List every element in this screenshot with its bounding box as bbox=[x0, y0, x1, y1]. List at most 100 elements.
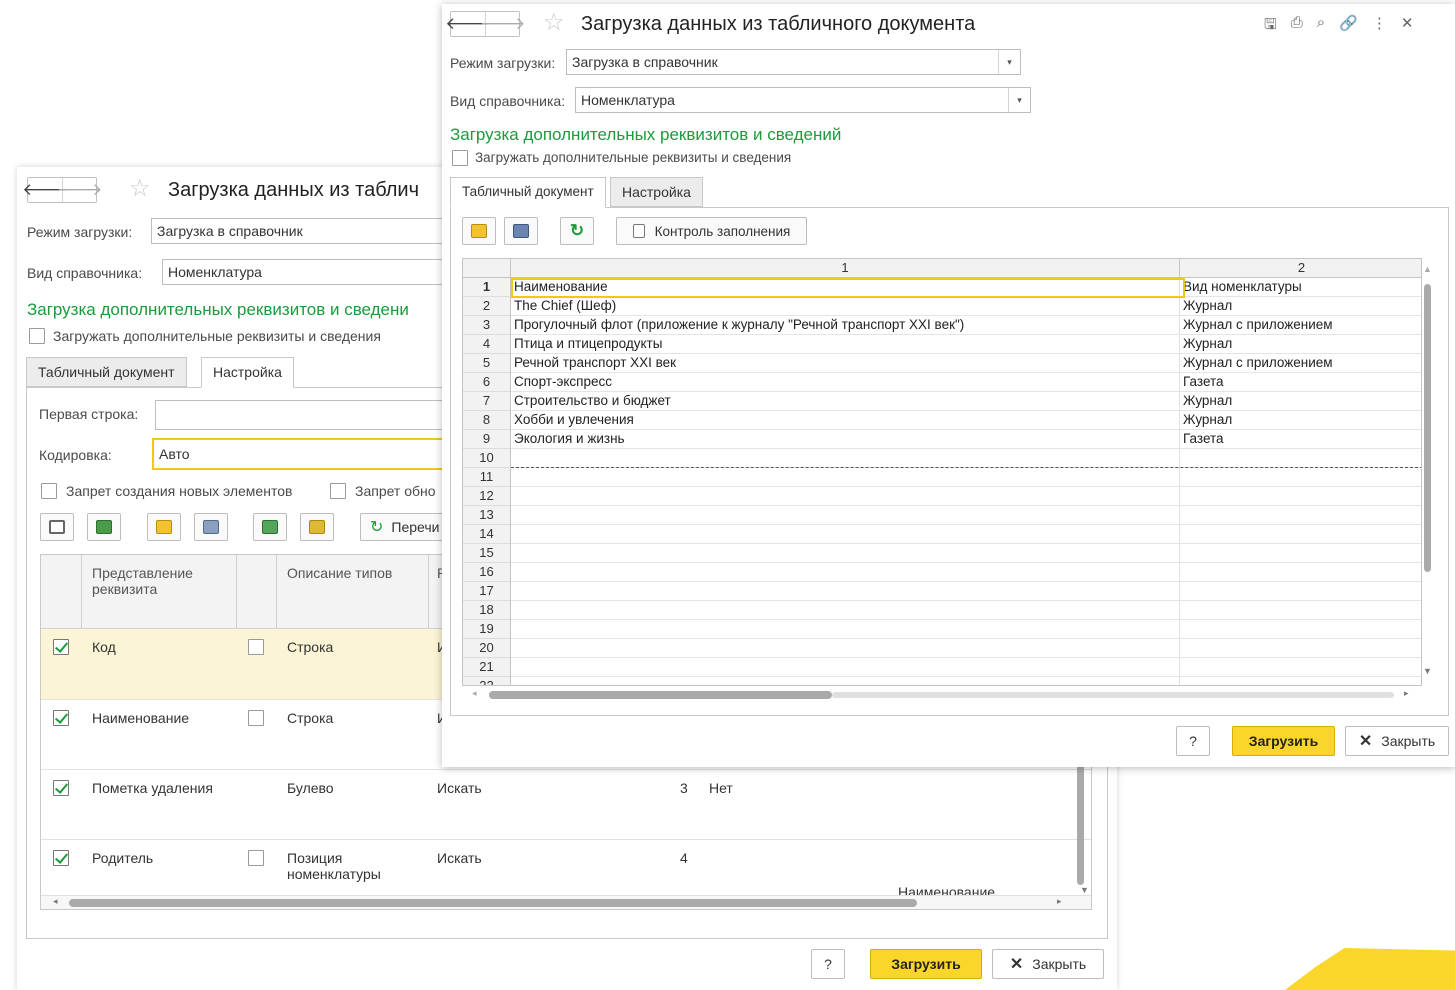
scroll-right-icon[interactable]: ▸ bbox=[1057, 896, 1062, 907]
sheet-cell[interactable] bbox=[511, 620, 1180, 639]
row-number[interactable]: 11 bbox=[463, 468, 511, 487]
use-checkbox[interactable] bbox=[53, 780, 69, 796]
sheet-cell[interactable] bbox=[1180, 658, 1421, 677]
sheet-cell[interactable] bbox=[1180, 639, 1421, 658]
sheet-cell[interactable] bbox=[511, 582, 1180, 601]
row-number[interactable]: 22 bbox=[463, 677, 511, 685]
star-icon[interactable]: ☆ bbox=[129, 177, 151, 201]
use-checkbox[interactable] bbox=[53, 639, 69, 655]
load-button[interactable]: Загрузить bbox=[870, 949, 982, 979]
row-number[interactable]: 5 bbox=[463, 354, 511, 373]
open-button[interactable] bbox=[462, 217, 496, 245]
sheet-cell[interactable]: Журнал bbox=[1180, 392, 1421, 411]
sheet-cell[interactable] bbox=[511, 658, 1180, 677]
row-number[interactable]: 1 bbox=[463, 278, 511, 297]
sheet-cell[interactable]: Газета bbox=[1180, 373, 1421, 392]
sheet-cell[interactable] bbox=[511, 544, 1180, 563]
row-number[interactable]: 3 bbox=[463, 316, 511, 335]
copy-button[interactable] bbox=[40, 513, 74, 541]
chevron-down-icon[interactable]: ▾ bbox=[1008, 88, 1030, 112]
deny-new-checkbox[interactable] bbox=[41, 483, 57, 499]
sheet-cell[interactable]: Речной транспорт XXI век bbox=[511, 354, 1180, 373]
scroll-up-icon[interactable]: ▲ bbox=[1423, 264, 1432, 274]
tab-settings[interactable]: Настройка bbox=[610, 177, 703, 207]
sheet-cell[interactable]: Строительство и бюджет bbox=[511, 392, 1180, 411]
help-button[interactable]: ? bbox=[1176, 726, 1210, 756]
use-checkbox[interactable] bbox=[53, 710, 69, 726]
table-row[interactable]: Пометка удаления Булево Искать 3 Нет bbox=[41, 769, 1091, 839]
encoding-input[interactable]: Авто bbox=[152, 438, 455, 470]
print-icon[interactable]: ⎙ bbox=[1291, 14, 1303, 39]
row-number[interactable]: 15 bbox=[463, 544, 511, 563]
scroll-left-icon[interactable]: ◂ bbox=[53, 896, 58, 907]
sheet-cell[interactable] bbox=[1180, 601, 1421, 620]
sheet-cell[interactable]: Журнал bbox=[1180, 297, 1421, 316]
tab-settings[interactable]: Настройка bbox=[201, 357, 294, 388]
deny-update-checkbox[interactable] bbox=[330, 483, 346, 499]
sheet-cell[interactable]: Птица и птицепродукты bbox=[511, 335, 1180, 354]
sheet-cell[interactable]: Прогулочный флот (приложение к журналу "… bbox=[511, 316, 1180, 335]
refresh-button[interactable]: ↻ bbox=[560, 217, 594, 245]
save-button[interactable] bbox=[504, 217, 538, 245]
save-icon[interactable]: 🖫 bbox=[1264, 14, 1277, 39]
sheet-cell[interactable] bbox=[511, 525, 1180, 544]
row-number[interactable]: 10 bbox=[463, 449, 511, 468]
horizontal-scrollbar[interactable] bbox=[489, 691, 832, 699]
row-number[interactable]: 18 bbox=[463, 601, 511, 620]
sheet-cell[interactable]: Вид номенклатуры bbox=[1180, 278, 1421, 297]
sheet-cell[interactable]: The Chief (Шеф) bbox=[511, 297, 1180, 316]
sheet-cell[interactable] bbox=[1180, 506, 1421, 525]
open-button[interactable] bbox=[147, 513, 181, 541]
tab-spreadsheet[interactable]: Табличный документ bbox=[450, 177, 606, 208]
sheet-cell[interactable] bbox=[1180, 563, 1421, 582]
row-number[interactable]: 20 bbox=[463, 639, 511, 658]
row-number[interactable]: 2 bbox=[463, 297, 511, 316]
sheet-cell[interactable]: Газета bbox=[1180, 430, 1421, 449]
tab-spreadsheet[interactable]: Табличный документ bbox=[26, 357, 187, 387]
export-button[interactable] bbox=[300, 513, 334, 541]
more-icon[interactable]: ⋮ bbox=[1372, 14, 1387, 39]
sheet-cell[interactable] bbox=[511, 601, 1180, 620]
sheet-cell[interactable] bbox=[1180, 487, 1421, 506]
help-button[interactable]: ? bbox=[811, 949, 845, 979]
required-checkbox[interactable] bbox=[248, 850, 264, 866]
scroll-down-icon[interactable]: ▼ bbox=[1423, 666, 1432, 676]
sheet-cell[interactable] bbox=[1180, 582, 1421, 601]
sheet-cell[interactable] bbox=[511, 677, 1180, 685]
sheet-cell[interactable] bbox=[511, 506, 1180, 525]
sheet-cell[interactable] bbox=[1180, 449, 1421, 468]
row-number[interactable]: 17 bbox=[463, 582, 511, 601]
row-number[interactable]: 13 bbox=[463, 506, 511, 525]
close-button[interactable]: ✕ Закрыть bbox=[992, 949, 1104, 979]
load-extra-checkbox[interactable] bbox=[452, 150, 468, 166]
scroll-down-icon[interactable]: ▼ bbox=[1080, 885, 1089, 895]
sheet-cell[interactable] bbox=[511, 449, 1180, 468]
row-number[interactable]: 8 bbox=[463, 411, 511, 430]
load-extra-checkbox[interactable] bbox=[29, 328, 45, 344]
preview-icon[interactable]: ⌕ bbox=[1317, 14, 1325, 39]
row-number[interactable]: 9 bbox=[463, 430, 511, 449]
sheet-cell[interactable] bbox=[1180, 525, 1421, 544]
use-checkbox[interactable] bbox=[53, 850, 69, 866]
mode-select[interactable]: Загрузка в справочник ▾ bbox=[566, 49, 1021, 75]
first-row-input[interactable] bbox=[155, 400, 455, 430]
sheet-cell[interactable]: Журнал с приложением bbox=[1180, 354, 1421, 373]
sheet-cell[interactable]: Журнал с приложением bbox=[1180, 316, 1421, 335]
scroll-left-icon[interactable]: ◂ bbox=[472, 688, 477, 699]
required-checkbox[interactable] bbox=[248, 710, 264, 726]
sheet-cell[interactable] bbox=[1180, 468, 1421, 487]
sheet-cell[interactable]: Экология и жизнь bbox=[511, 430, 1180, 449]
row-number[interactable]: 6 bbox=[463, 373, 511, 392]
sheet-cell[interactable] bbox=[511, 563, 1180, 582]
link-icon[interactable]: 🔗 bbox=[1339, 14, 1358, 39]
row-number[interactable]: 7 bbox=[463, 392, 511, 411]
col-header-2[interactable]: 2 bbox=[1180, 259, 1421, 278]
sheet-cell[interactable] bbox=[511, 487, 1180, 506]
row-number[interactable]: 4 bbox=[463, 335, 511, 354]
selected-cell[interactable] bbox=[511, 278, 1185, 298]
sheet-cell[interactable]: Хобби и увлечения bbox=[511, 411, 1180, 430]
settings-file-button[interactable] bbox=[194, 513, 228, 541]
row-number[interactable]: 14 bbox=[463, 525, 511, 544]
load-button[interactable]: Загрузить bbox=[1232, 726, 1335, 756]
required-checkbox[interactable] bbox=[248, 639, 264, 655]
